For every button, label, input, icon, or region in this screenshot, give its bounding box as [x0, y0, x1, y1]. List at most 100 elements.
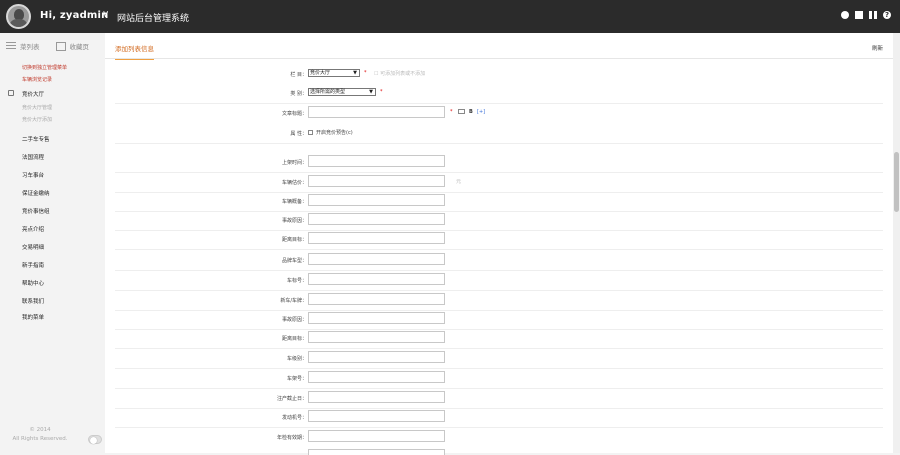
- vehicle-number-input[interactable]: [308, 273, 445, 285]
- sidebar-item[interactable]: 我的菜单: [22, 313, 44, 321]
- tab-favorites-label: 收藏页: [69, 43, 90, 51]
- form-row: 注产截止日：: [115, 390, 883, 409]
- sidebar-item[interactable]: 保证金缴纳: [22, 189, 50, 197]
- field-label: 车架号：: [286, 376, 307, 382]
- frame-number-input[interactable]: [308, 371, 445, 383]
- form-row: 事故原因：: [115, 311, 883, 330]
- accident-cause-input[interactable]: [308, 213, 445, 225]
- category-select[interactable]: 选择所需的类型 ▼: [308, 88, 376, 96]
- sidebar-subitem-add[interactable]: 竞价大厅添加: [22, 116, 52, 123]
- field-label: 事故原因：: [281, 218, 307, 224]
- column-select[interactable]: 竞价大厅 ▼: [308, 69, 360, 77]
- footer-copyright: © 2014: [29, 427, 51, 433]
- distance-2-input[interactable]: [308, 331, 445, 343]
- tab-favorites[interactable]: 收藏页: [55, 41, 90, 51]
- sidebar-link-browse-history[interactable]: 车辆浏览记录: [22, 76, 52, 83]
- sidebar-subitem-manage[interactable]: 竞价大厅管理: [22, 104, 52, 111]
- brand-model-input[interactable]: [308, 253, 445, 265]
- form-row: 距离目标：: [115, 330, 883, 349]
- accident-cause-2-input[interactable]: [308, 312, 445, 324]
- list-icon: [6, 41, 16, 51]
- form-row-column: 栏 目： 竞价大厅 ▼ * ☐ 可添加列表或不添加: [290, 69, 426, 78]
- title-input[interactable]: [308, 106, 445, 118]
- new-car-plate-input[interactable]: [308, 293, 445, 305]
- field-label: 发动机号：: [281, 415, 307, 421]
- form-row-title: 文章标题： * B [+]: [115, 105, 883, 124]
- field-label: 事故原因：: [281, 317, 307, 323]
- chevron-down-icon[interactable]: ∨: [102, 9, 109, 20]
- field-label: 车辆估价：: [281, 180, 307, 186]
- bold-button[interactable]: B: [469, 109, 473, 115]
- field-label: 上架时间：: [281, 160, 307, 166]
- help-icon[interactable]: ?: [883, 11, 891, 19]
- field-label: 文章标题：: [281, 111, 307, 117]
- tab-menu-list-label: 菜列表: [20, 43, 40, 51]
- field-label: 品牌车型：: [281, 258, 307, 264]
- column-hint: ☐ 可添加列表或不添加: [374, 71, 426, 77]
- field-label: 距离目标：: [281, 336, 307, 342]
- field-label: 注产截止日：: [276, 396, 307, 402]
- sidebar-item[interactable]: 竞价事信组: [22, 207, 50, 215]
- price-input[interactable]: [308, 175, 445, 187]
- top-icons: ?: [841, 11, 891, 19]
- sidebar-item[interactable]: 交易明细: [22, 243, 44, 251]
- field-label: 车级别：: [286, 356, 307, 362]
- field-label: 年检有效期：: [276, 435, 307, 441]
- form-row-attributes: 属 性： 开启竞价预告(c): [115, 125, 883, 144]
- sidebar-item[interactable]: 联系我们: [22, 297, 44, 305]
- form-row: 上架时间：: [115, 154, 883, 173]
- sidebar-item[interactable]: 亮点介绍: [22, 225, 44, 233]
- settings-circle-icon[interactable]: [841, 11, 849, 19]
- form-row: 距离目标：: [115, 231, 883, 250]
- main-panel: 添加列表信息 刷新 栏 目： 竞价大厅 ▼ * ☐ 可添加列表或不添加 类 别： …: [105, 33, 893, 455]
- form-row: 车辆概备：: [115, 193, 883, 212]
- scrollbar-track[interactable]: [893, 33, 900, 453]
- form-row: 车级别：: [115, 350, 883, 369]
- sidebar-item[interactable]: 新手指南: [22, 261, 44, 269]
- next-input[interactable]: [308, 449, 445, 455]
- sidebar-item[interactable]: 二手车专售: [22, 135, 50, 143]
- form-row: 事故原因：: [115, 212, 883, 231]
- field-label: 栏 目：: [290, 72, 307, 78]
- field-label: 属 性：: [290, 131, 307, 137]
- price-unit: 元: [456, 179, 462, 185]
- sidebar-item-auction-hall[interactable]: 竞价大厅: [22, 90, 44, 98]
- scrollbar-thumb[interactable]: [894, 152, 899, 212]
- grid-icon[interactable]: [869, 11, 877, 19]
- form-row: 新车/车牌：: [115, 292, 883, 311]
- vehicle-level-input[interactable]: [308, 351, 445, 363]
- image-icon[interactable]: [458, 109, 465, 114]
- sidebar-toggle[interactable]: [88, 435, 102, 444]
- preview-checkbox[interactable]: [308, 130, 313, 135]
- sidebar-tabs: 菜列表 收藏页: [6, 41, 89, 51]
- production-deadline-input[interactable]: [308, 391, 445, 403]
- inspection-validity-input[interactable]: [308, 430, 445, 442]
- avatar[interactable]: [6, 4, 31, 29]
- monitor-icon[interactable]: [855, 11, 863, 19]
- system-title: 网站后台管理系统: [117, 14, 190, 24]
- user-greeting[interactable]: Hi, zyadmin: [40, 10, 109, 21]
- vehicle-notes-input[interactable]: [308, 194, 445, 206]
- form-row: 发动机号：: [115, 409, 883, 428]
- sidebar-item[interactable]: 法国流程: [22, 153, 44, 161]
- sidebar-link-switch-menu[interactable]: 切换到独立管理菜单: [22, 64, 67, 71]
- sidebar-item[interactable]: 习车事台: [22, 171, 44, 179]
- preview-checkbox-label: 开启竞价预告(c): [316, 130, 353, 136]
- expand-icon[interactable]: [8, 90, 14, 96]
- listing-time-input[interactable]: [308, 155, 445, 167]
- footer-rights: All Rights Reserved.: [12, 436, 68, 442]
- field-label: 车辆概备：: [281, 199, 307, 205]
- field-label: 新车/车牌：: [280, 298, 307, 304]
- add-button[interactable]: [+]: [477, 109, 485, 115]
- engine-number-input[interactable]: [308, 410, 445, 422]
- form-row: 年检有效期：: [115, 429, 883, 448]
- form-row: 车标号：: [115, 272, 883, 291]
- field-label: 距离目标：: [281, 237, 307, 243]
- refresh-button[interactable]: 刷新: [872, 44, 883, 52]
- tab-menu-list[interactable]: 菜列表: [6, 41, 40, 51]
- field-label: 类 别：: [290, 91, 307, 97]
- calendar-icon: [55, 41, 66, 51]
- form-row: 品牌车型：: [115, 252, 883, 271]
- distance-input[interactable]: [308, 232, 445, 244]
- sidebar-item[interactable]: 帮助中心: [22, 279, 44, 287]
